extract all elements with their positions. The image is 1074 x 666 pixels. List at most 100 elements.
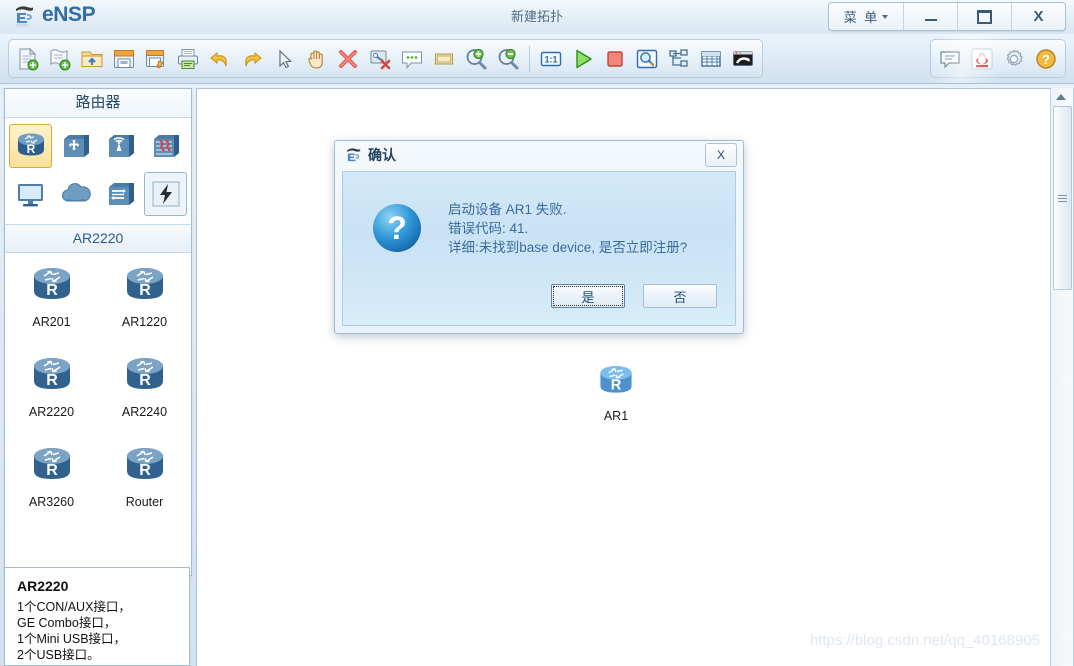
info-panel-notch-icon xyxy=(37,568,55,569)
ensp-logo-icon xyxy=(344,145,364,165)
scrollbar-thumb[interactable] xyxy=(1053,106,1072,290)
svg-text:R: R xyxy=(611,377,622,393)
zoom-actual-size-icon[interactable]: 1:1 xyxy=(535,43,567,74)
svg-text:R: R xyxy=(46,462,58,479)
info-panel-line: 1个CON/AUX接口， xyxy=(17,600,131,614)
save-as-icon[interactable] xyxy=(140,43,172,74)
feedback-icon[interactable] xyxy=(934,43,966,74)
scrollbar-grip-icon xyxy=(1058,193,1067,204)
open-folder-icon[interactable] xyxy=(76,43,108,74)
pan-hand-icon[interactable] xyxy=(300,43,332,74)
left-sidebar: 路由器 R AR2220 R AR201 R AR1220 R AR2220 R… xyxy=(4,88,192,576)
dialog-message: 启动设备 AR1 失败. 错误代码: 41. 详细:未找到base device… xyxy=(448,200,721,257)
dialog-message-line: 详细:未找到base device, 是否立即注册? xyxy=(448,240,688,255)
delete-link-icon[interactable] xyxy=(364,43,396,74)
dialog-title: 确认 xyxy=(368,147,396,163)
device-ar2220[interactable]: R AR2220 xyxy=(10,353,94,443)
confirm-dialog: 确认 X ? 启动设备 AR1 失败. 错误代码: 41. 详细:未找到base… xyxy=(334,140,744,334)
new-device-icon[interactable] xyxy=(44,43,76,74)
category-custom[interactable] xyxy=(144,172,187,216)
info-panel-line: 2个USB接口。 xyxy=(17,648,100,662)
dialog-yes-button[interactable]: 是 xyxy=(551,284,625,308)
new-topology-icon[interactable] xyxy=(12,43,44,74)
close-icon: X xyxy=(716,148,725,162)
device-info-panel: AR2220 1个CON/AUX接口， GE Combo接口， 1个Mini U… xyxy=(4,567,190,666)
dialog-no-button[interactable]: 否 xyxy=(643,284,717,308)
svg-text:1:1: 1:1 xyxy=(544,54,557,64)
app-brand-text: eNSP xyxy=(42,3,96,26)
maximize-icon xyxy=(977,9,992,24)
info-panel-line: GE Combo接口， xyxy=(17,616,117,630)
category-grid: R xyxy=(5,118,191,224)
device-ar1220[interactable]: R AR1220 xyxy=(103,263,187,353)
svg-text:?: ? xyxy=(1042,52,1050,67)
device-list: R AR201 R AR1220 R AR2220 R AR2240 R AR3… xyxy=(5,253,191,575)
svg-text:R: R xyxy=(139,282,151,299)
topology-tree-icon[interactable] xyxy=(663,43,695,74)
maximize-button[interactable] xyxy=(958,3,1012,30)
scrollbar-track[interactable] xyxy=(1052,106,1072,666)
device-category-panel: 路由器 R AR2220 R AR201 R AR1220 R AR2220 R… xyxy=(4,88,192,576)
console-icon[interactable] xyxy=(727,43,759,74)
device-label: AR2240 xyxy=(121,405,168,419)
scroll-up-arrow-icon[interactable] xyxy=(1051,88,1071,105)
dialog-no-label: 否 xyxy=(673,289,687,305)
dialog-message-line: 错误代码: 41. xyxy=(448,221,529,236)
category-firewall[interactable] xyxy=(144,124,187,168)
main-toolbar: 1:1 ? xyxy=(0,34,1074,84)
device-router[interactable]: R Router xyxy=(103,443,187,533)
window-titlebar: 新建拓扑 eNSP 菜 单 X xyxy=(0,0,1074,35)
help-icon[interactable]: ? xyxy=(1030,43,1062,74)
menu-button[interactable]: 菜 单 xyxy=(829,3,904,30)
window-controls: 菜 单 X xyxy=(828,2,1066,31)
undo-icon[interactable] xyxy=(204,43,236,74)
start-device-icon[interactable] xyxy=(567,43,599,74)
category-wlan[interactable] xyxy=(99,124,142,168)
print-icon[interactable] xyxy=(172,43,204,74)
category-switch[interactable] xyxy=(54,124,97,168)
device-ar2240[interactable]: R AR2240 xyxy=(103,353,187,443)
device-ar3260[interactable]: R AR3260 xyxy=(10,443,94,533)
redo-icon[interactable] xyxy=(236,43,268,74)
comment-icon[interactable] xyxy=(396,43,428,74)
dialog-button-row: 是 否 xyxy=(551,284,717,308)
chevron-down-icon xyxy=(882,14,889,19)
dialog-message-line: 启动设备 AR1 失败. xyxy=(448,202,567,217)
zoom-out-icon[interactable] xyxy=(492,43,524,74)
menu-button-label: 菜 单 xyxy=(843,10,880,25)
watermark-text: https://blog.csdn.net/qq_40168905 xyxy=(809,632,1040,649)
delete-icon[interactable] xyxy=(332,43,364,74)
zoom-in-icon[interactable] xyxy=(460,43,492,74)
settings-gear-icon[interactable] xyxy=(998,43,1030,74)
save-icon[interactable] xyxy=(108,43,140,74)
category-terminal[interactable] xyxy=(9,172,52,216)
svg-text:R: R xyxy=(46,282,58,299)
canvas-node-label: AR1 xyxy=(603,409,629,423)
question-mark-icon: ? xyxy=(371,202,423,254)
dialog-body: ? 启动设备 AR1 失败. 错误代码: 41. 详细:未找到base devi… xyxy=(342,171,736,326)
capture-packet-icon[interactable] xyxy=(631,43,663,74)
category-connection[interactable] xyxy=(99,172,142,216)
dialog-close-button[interactable]: X xyxy=(705,143,737,167)
close-button[interactable]: X xyxy=(1012,3,1065,30)
huawei-logo-icon[interactable] xyxy=(966,43,998,74)
category-router[interactable]: R xyxy=(9,124,52,168)
shape-rect-icon[interactable] xyxy=(428,43,460,74)
dialog-titlebar: 确认 X xyxy=(335,141,743,169)
selected-model-label: AR2220 xyxy=(5,224,191,253)
category-cloud[interactable] xyxy=(54,172,97,216)
canvas-node-ar1[interactable]: R AR1 xyxy=(593,361,639,423)
svg-text:R: R xyxy=(26,142,35,156)
device-ar201[interactable]: R AR201 xyxy=(10,263,94,353)
stop-device-icon[interactable] xyxy=(599,43,631,74)
svg-text:R: R xyxy=(46,372,58,389)
minimize-icon xyxy=(924,19,937,21)
select-cursor-icon[interactable] xyxy=(268,43,300,74)
grid-icon[interactable] xyxy=(695,43,727,74)
minimize-button[interactable] xyxy=(904,3,958,30)
device-label: AR2220 xyxy=(28,405,75,419)
device-label: AR201 xyxy=(32,315,71,329)
device-label: AR1220 xyxy=(121,315,168,329)
close-icon: X xyxy=(1033,8,1044,25)
canvas-vertical-scrollbar[interactable] xyxy=(1050,88,1074,666)
